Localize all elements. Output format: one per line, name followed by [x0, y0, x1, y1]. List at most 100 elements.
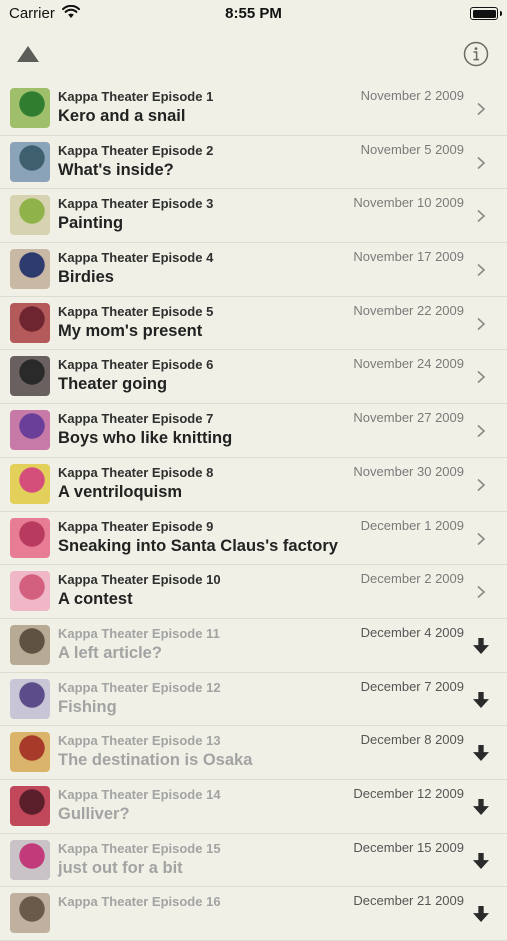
episode-label: Kappa Theater Episode 7: [58, 411, 214, 427]
disclosure-chevron[interactable]: [473, 529, 489, 549]
chevron-right-icon: [477, 532, 486, 545]
chevron-right-icon: [477, 317, 486, 330]
episode-title: Gulliver?: [58, 804, 130, 823]
episode-date: December 15 2009: [353, 839, 464, 855]
episode-date: November 27 2009: [353, 410, 464, 426]
episode-thumbnail: [10, 732, 50, 773]
download-arrow-icon: [473, 637, 489, 654]
episode-thumbnail: [10, 571, 50, 612]
disclosure-chevron[interactable]: [473, 314, 489, 334]
list-item[interactable]: Kappa Theater Episode 4 November 17 2009 B…: [0, 243, 507, 297]
list-item[interactable]: Kappa Theater Episode 10 December 2 2009 A…: [0, 565, 507, 619]
download-button[interactable]: [473, 904, 489, 924]
episode-date: December 7 2009: [360, 678, 464, 694]
episode-label: Kappa Theater Episode 8: [58, 464, 214, 480]
episode-title: A ventriloquism: [58, 482, 183, 501]
episode-date: November 24 2009: [353, 356, 464, 372]
info-button[interactable]: [463, 41, 489, 67]
episode-date: November 30 2009: [353, 463, 464, 479]
episode-date: November 5 2009: [360, 141, 464, 157]
episode-date: December 4 2009: [360, 624, 464, 640]
download-arrow-icon: [473, 798, 489, 815]
list-item[interactable]: Kappa Theater Episode 3 November 10 2009 P…: [0, 189, 507, 244]
download-button[interactable]: [473, 743, 489, 763]
episode-label: Kappa Theater Episode 10: [58, 572, 221, 588]
episode-thumbnail: [10, 141, 50, 182]
episode-title: Fishing: [58, 697, 117, 716]
chevron-right-icon: [477, 478, 486, 491]
download-button[interactable]: [473, 690, 489, 710]
episode-title: A left article?: [58, 643, 162, 662]
episode-date: November 17 2009: [353, 249, 464, 265]
episode-thumbnail: [10, 88, 50, 128]
list-item[interactable]: Kappa Theater Episode 1 November 2 2009 Ke…: [0, 82, 507, 136]
disclosure-chevron[interactable]: [473, 99, 489, 119]
list-item[interactable]: Kappa Theater Episode 9 December 1 2009 Sn…: [0, 512, 507, 566]
chevron-right-icon: [477, 263, 486, 277]
episode-title: What's inside?: [58, 160, 174, 179]
episode-label: Kappa Theater Episode 5: [58, 303, 214, 319]
download-button[interactable]: [473, 636, 489, 656]
chevron-right-icon: [477, 425, 486, 438]
chevron-right-icon: [477, 210, 486, 223]
episode-thumbnail: [10, 410, 50, 451]
episode-title: Kero and a snail: [58, 107, 186, 125]
episode-title: Boys who like knitting: [58, 429, 233, 448]
disclosure-chevron[interactable]: [473, 206, 489, 226]
list-item[interactable]: Kappa Theater Episode 8 November 30 2009 A…: [0, 458, 507, 512]
chevron-right-icon: [477, 156, 486, 169]
status-bar: Carrier 8:55 PM: [0, 0, 507, 30]
list-item[interactable]: Kappa Theater Episode 14 December 12 2009…: [0, 780, 507, 834]
episode-thumbnail: [10, 302, 50, 343]
disclosure-chevron[interactable]: [473, 421, 489, 441]
episode-date: December 21 2009: [353, 893, 464, 909]
episode-date: December 1 2009: [360, 517, 464, 533]
triangle-up-icon: [17, 46, 39, 62]
episode-thumbnail: [10, 624, 50, 665]
episode-date: November 2 2009: [360, 88, 464, 103]
list-item[interactable]: Kappa Theater Episode 6 November 24 2009 T…: [0, 350, 507, 405]
episode-list: Kappa Theater Episode 1 November 2 2009 Ke…: [0, 82, 507, 941]
episode-thumbnail: [10, 249, 50, 290]
episode-thumbnail: [10, 678, 50, 719]
disclosure-chevron[interactable]: [473, 260, 489, 280]
list-item[interactable]: Kappa Theater Episode 15 December 15 2009…: [0, 834, 507, 888]
episode-label: Kappa Theater Episode 9: [58, 518, 214, 534]
list-item[interactable]: Kappa Theater Episode 12 December 7 2009 F…: [0, 673, 507, 727]
chevron-right-icon: [477, 371, 486, 384]
list-item[interactable]: Kappa Theater Episode 7 November 27 2009 B…: [0, 404, 507, 458]
download-arrow-icon: [473, 745, 489, 762]
download-button[interactable]: [473, 851, 489, 871]
chevron-right-icon: [477, 586, 486, 599]
download-arrow-icon: [473, 691, 489, 708]
episode-label: Kappa Theater Episode 4: [58, 250, 214, 266]
episode-label: Kappa Theater Episode 13: [58, 733, 221, 749]
list-item[interactable]: Kappa Theater Episode 13 December 8 2009 T…: [0, 726, 507, 780]
episode-thumbnail: [10, 195, 50, 236]
episode-date: November 10 2009: [353, 195, 464, 211]
disclosure-chevron[interactable]: [473, 475, 489, 495]
episode-label: Kappa Theater Episode 12: [58, 679, 221, 695]
episode-label: Kappa Theater Episode 6: [58, 357, 214, 373]
list-item[interactable]: Kappa Theater Episode 5 November 22 2009 M…: [0, 297, 507, 351]
episode-label: Kappa Theater Episode 11: [58, 625, 220, 641]
up-button[interactable]: [14, 42, 42, 66]
battery-icon: [470, 7, 502, 20]
disclosure-chevron[interactable]: [473, 582, 489, 602]
status-time: 8:55 PM: [225, 5, 282, 22]
navigation-bar: [0, 30, 507, 80]
disclosure-chevron[interactable]: [473, 367, 489, 387]
download-button[interactable]: [473, 797, 489, 817]
list-item[interactable]: Kappa Theater Episode 16 December 21 2009: [0, 887, 507, 941]
episode-title: Birdies: [58, 268, 114, 287]
download-arrow-icon: [473, 906, 489, 923]
list-item[interactable]: Kappa Theater Episode 11 December 4 2009 A…: [0, 619, 507, 673]
episode-date: December 2 2009: [360, 571, 464, 587]
disclosure-chevron[interactable]: [473, 153, 489, 173]
episode-thumbnail: [10, 463, 50, 504]
episode-date: November 22 2009: [353, 302, 464, 318]
episode-label: Kappa Theater Episode 15: [58, 840, 221, 856]
list-item[interactable]: Kappa Theater Episode 2 November 5 2009 Wh…: [0, 136, 507, 190]
episode-date: December 12 2009: [353, 785, 464, 801]
episode-label: Kappa Theater Episode 1: [58, 89, 214, 104]
